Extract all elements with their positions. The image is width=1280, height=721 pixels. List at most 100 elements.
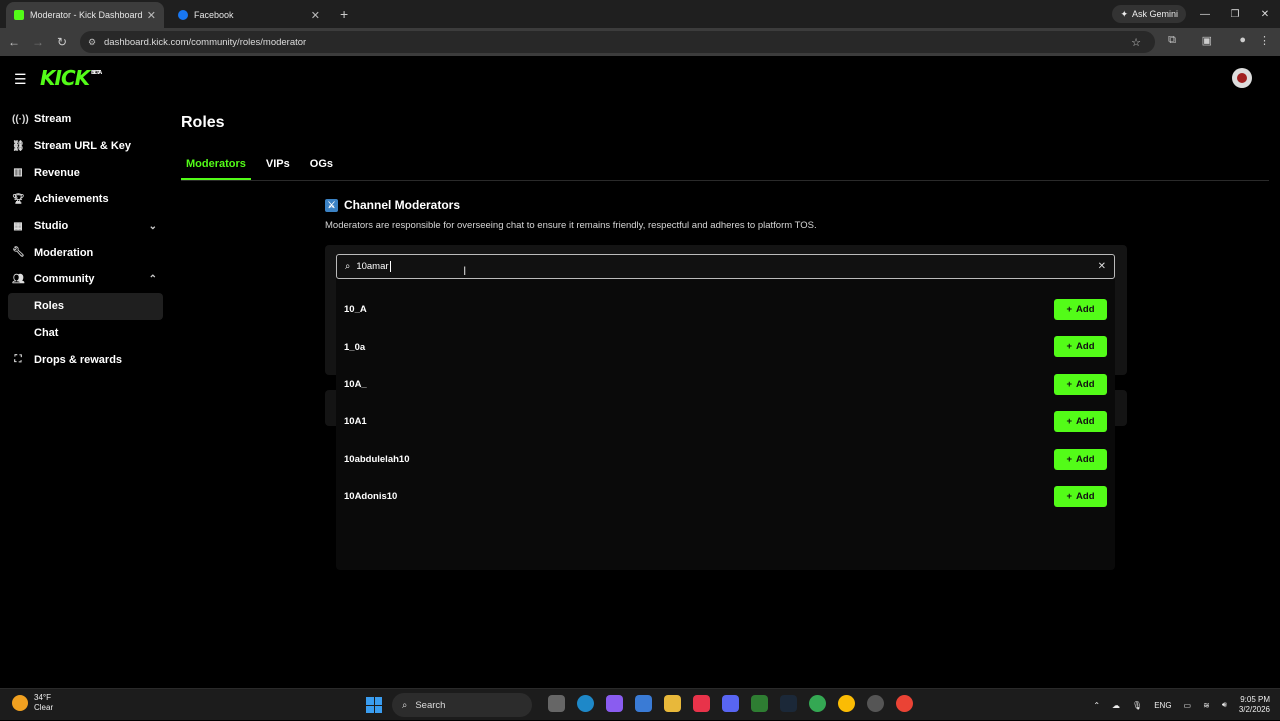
url-bar[interactable]: ⚙ dashboard.kick.com/community/roles/mod… [80, 31, 1155, 53]
avatar[interactable] [1232, 68, 1252, 88]
close-tab-icon[interactable]: ✕ [147, 9, 156, 22]
tray-overflow-icon[interactable]: ⌃ [1093, 701, 1100, 710]
file-explorer-app-icon[interactable] [548, 695, 565, 712]
store-app-icon[interactable] [635, 695, 652, 712]
edge-app-icon[interactable] [577, 695, 594, 712]
weather-condition: Clear [34, 703, 54, 712]
add-moderator-button[interactable]: + Add [1054, 411, 1107, 433]
url-text: dashboard.kick.com/community/roles/moder… [104, 36, 307, 48]
username: 10A1 [344, 416, 367, 428]
list-item: 1_0a + Add [336, 328, 1115, 365]
wifi-icon[interactable]: ≋ [1203, 701, 1210, 710]
browser-tab-facebook[interactable]: Facebook ✕ [170, 2, 328, 28]
tab-ogs[interactable]: OGs [305, 158, 338, 180]
clock-date: 3/2/2026 [1238, 705, 1270, 714]
discord-app-icon[interactable] [722, 695, 739, 712]
sidebar-item-roles[interactable]: Roles [8, 292, 163, 320]
folder-app-icon[interactable] [664, 695, 681, 712]
reload-icon[interactable]: ↻ [50, 35, 74, 49]
sidebar-item-revenue[interactable]: ▥ Revenue [8, 159, 163, 186]
new-tab-icon[interactable]: + [340, 6, 348, 22]
studio-icon: ▦ [13, 220, 23, 232]
sidepanel-icon[interactable]: ▣ [1202, 34, 1212, 47]
sidebar-item-community[interactable]: 👥︎ Community ⌃ [8, 266, 163, 293]
forward-icon[interactable]: → [26, 35, 50, 49]
restore-icon[interactable]: ❐ [1220, 9, 1250, 20]
network-app-icon[interactable]: ☁ [1112, 701, 1120, 710]
chrome-app-icon[interactable] [809, 695, 826, 712]
app-icon[interactable] [751, 695, 768, 712]
bookmark-star-icon[interactable]: ☆ [1131, 36, 1141, 49]
system-tray: ⌃ ☁ 🎙︎ ENG ▭ ≋ 🔊︎ 9:05 PM 3/2/2026 [1093, 689, 1270, 721]
username: 10_A [344, 304, 367, 316]
hamburger-menu-icon[interactable]: ☰ [14, 71, 27, 88]
list-item: 10Adonis10 + Add [336, 478, 1115, 515]
page-title: Roles [181, 114, 225, 131]
clock[interactable]: 9:05 PM 3/2/2026 [1239, 695, 1270, 715]
list-item: 10A_ + Add [336, 366, 1115, 403]
back-icon[interactable]: ← [2, 35, 26, 49]
ask-gemini-button[interactable]: ✦ Ask Gemini [1112, 5, 1186, 23]
add-label: Add [1076, 453, 1095, 465]
site-info-icon[interactable]: ⚙ [88, 37, 96, 48]
trophy-icon: 🏆︎ [12, 193, 25, 205]
sidebar-item-stream[interactable]: ((·)) Stream [8, 106, 163, 133]
add-label: Add [1076, 341, 1095, 353]
minimize-icon[interactable]: — [1190, 9, 1220, 20]
menu-dots-icon[interactable]: ⋮ [1259, 34, 1270, 47]
plus-icon: + [1066, 416, 1073, 428]
search-results: 10_A + Add 1_0a + Add 10A_ + Add 10A1 + Add … [336, 291, 1115, 515]
steam-app-icon[interactable] [780, 695, 797, 712]
volume-icon[interactable]: 🔊︎ [1222, 700, 1227, 710]
chevron-up-icon: ⌃ [148, 273, 157, 285]
add-label: Add [1076, 490, 1095, 502]
sidebar-item-stream-url-key[interactable]: ⛓ Stream URL & Key [8, 133, 163, 160]
add-label: Add [1076, 304, 1095, 315]
sidebar-item-studio[interactable]: ▦ Studio ⌄ [8, 213, 163, 240]
microphone-icon[interactable]: 🎙︎ [1132, 701, 1142, 710]
username: 1_0a [344, 341, 366, 353]
facebook-favicon-icon [178, 10, 188, 20]
moderator-sword-icon: ⚔ [325, 198, 338, 212]
add-moderator-button[interactable]: + Add [1054, 373, 1107, 395]
add-moderator-button[interactable]: + Add [1054, 448, 1107, 470]
clear-search-icon[interactable]: ✕ [1098, 261, 1106, 272]
taskbar-search[interactable]: ⌕ Search [392, 693, 532, 717]
app-icon[interactable] [867, 695, 884, 712]
tab-moderators[interactable]: Moderators [181, 158, 251, 180]
text-caret [389, 261, 391, 272]
kick-logo[interactable]: KICK BETA [40, 66, 102, 90]
close-window-icon[interactable]: ✕ [1250, 9, 1280, 20]
chrome-profile-app-icon[interactable] [838, 695, 855, 712]
sidebar-item-drops-rewards[interactable]: ⛶ Drops & rewards [8, 346, 163, 373]
chrome-active-app-icon[interactable] [896, 695, 913, 712]
sidebar-item-moderation[interactable]: 🔧︎ Moderation [8, 239, 163, 266]
display-icon[interactable]: ▭ [1184, 701, 1192, 710]
sidebar-item-chat[interactable]: Chat [8, 320, 163, 347]
sidebar-item-label: Chat [34, 326, 59, 339]
browser-tab-kick[interactable]: Moderator - Kick Dashboard ✕ [6, 2, 164, 28]
add-moderator-button[interactable]: + Add [1054, 485, 1107, 507]
windows-start-icon[interactable] [366, 697, 382, 713]
weather-widget[interactable]: 34°F Clear [12, 693, 53, 713]
music-app-icon[interactable] [693, 695, 710, 712]
search-icon: ⌕ [345, 261, 351, 272]
close-tab-icon[interactable]: ✕ [311, 9, 320, 22]
window-controls: — ❐ ✕ [1190, 0, 1280, 28]
beta-badge: BETA [91, 70, 102, 76]
add-moderator-button[interactable]: + Add [1054, 336, 1107, 358]
users-icon: 👥︎ [12, 273, 25, 285]
browser-tab-strip: Moderator - Kick Dashboard ✕ Facebook ✕ … [0, 0, 1280, 28]
list-item: 10abdulelah10 + Add [336, 441, 1115, 478]
language-indicator[interactable]: ENG [1154, 701, 1171, 710]
sidebar-item-achievements[interactable]: 🏆︎ Achievements [8, 186, 163, 213]
add-moderator-button[interactable]: + Add [1054, 299, 1107, 320]
profile-icon[interactable]: ● [1239, 34, 1246, 46]
search-input[interactable]: ⌕ 10amar ✕ [336, 254, 1115, 279]
username: 10abdulelah10 [344, 453, 410, 465]
tab-vips[interactable]: VIPs [261, 158, 295, 180]
extensions-icon[interactable]: ⧉ [1168, 34, 1176, 47]
add-label: Add [1076, 378, 1095, 390]
copilot-app-icon[interactable] [606, 695, 623, 712]
weather-temp: 34°F [34, 693, 51, 702]
